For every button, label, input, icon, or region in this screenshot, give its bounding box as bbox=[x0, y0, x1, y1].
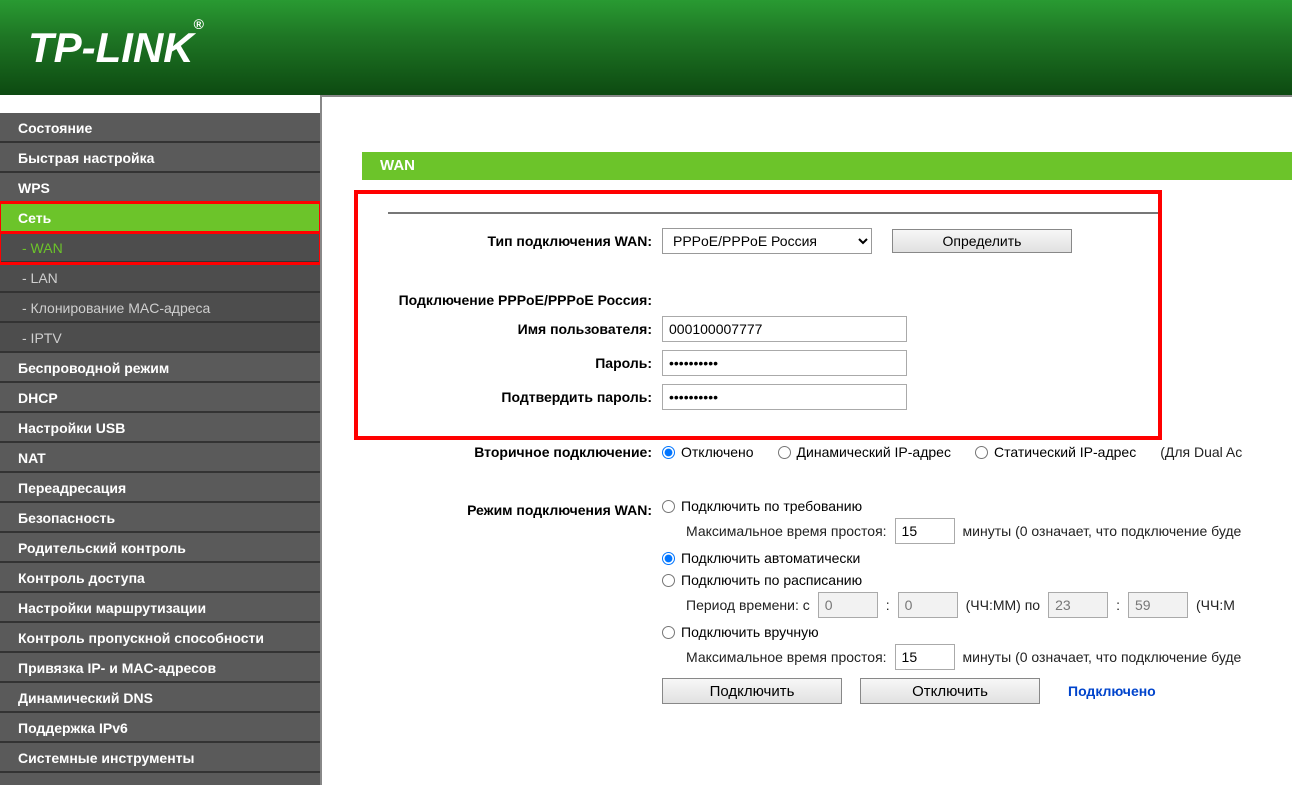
wan-type-select[interactable]: PPPoE/PPPoE Россия bbox=[662, 228, 872, 254]
page-title: WAN bbox=[362, 152, 1292, 180]
period-from-m[interactable] bbox=[898, 592, 958, 618]
secondary-label: Вторичное подключение: bbox=[362, 444, 662, 460]
username-label: Имя пользователя: bbox=[362, 321, 662, 337]
sidebar-item-4[interactable]: Беспроводной режим bbox=[0, 353, 320, 383]
content: WAN Тип подключения WAN: PPPoE/PPPoE Рос… bbox=[320, 95, 1292, 785]
password-label: Пароль: bbox=[362, 355, 662, 371]
period-to-h[interactable] bbox=[1048, 592, 1108, 618]
period-label: Период времени: с bbox=[686, 597, 810, 613]
sidebar-item-15[interactable]: Динамический DNS bbox=[0, 683, 320, 713]
connection-status: Подключено bbox=[1068, 683, 1156, 699]
header: TP-LINK® bbox=[0, 0, 1292, 95]
secondary-static-radio[interactable]: Статический IP-адрес bbox=[975, 444, 1136, 460]
sidebar-item-0[interactable]: Состояние bbox=[0, 113, 320, 143]
manual-idle-unit: минуты (0 означает, что подключение буде bbox=[963, 649, 1242, 665]
sidebar-item-14[interactable]: Привязка IP- и MAC-адресов bbox=[0, 653, 320, 683]
confirm-label: Подтвердить пароль: bbox=[362, 389, 662, 405]
sidebar-item-5[interactable]: DHCP bbox=[0, 383, 320, 413]
idle-time-input[interactable] bbox=[895, 518, 955, 544]
sidebar-item-1[interactable]: Быстрая настройка bbox=[0, 143, 320, 173]
mode-schedule-radio[interactable]: Подключить по расписанию bbox=[662, 572, 1292, 588]
pppoe-section-label: Подключение PPPoE/PPPoE Россия: bbox=[362, 292, 662, 308]
sidebar-item-2[interactable]: WPS bbox=[0, 173, 320, 203]
detect-button[interactable]: Определить bbox=[892, 229, 1072, 253]
sidebar-item-17[interactable]: Системные инструменты bbox=[0, 743, 320, 773]
sidebar-sub-3-2[interactable]: - Клонирование MAC-адреса bbox=[0, 293, 320, 323]
sidebar-item-12[interactable]: Настройки маршрутизации bbox=[0, 593, 320, 623]
sidebar-item-11[interactable]: Контроль доступа bbox=[0, 563, 320, 593]
sidebar-item-3[interactable]: Сеть bbox=[0, 203, 320, 233]
idle-unit: минуты (0 означает, что подключение буде bbox=[963, 523, 1242, 539]
mode-label: Режим подключения WAN: bbox=[362, 498, 662, 518]
sidebar-item-6[interactable]: Настройки USB bbox=[0, 413, 320, 443]
manual-idle-input[interactable] bbox=[895, 644, 955, 670]
sidebar: СостояниеБыстрая настройкаWPSСеть- WAN- … bbox=[0, 95, 320, 785]
period-from-h[interactable] bbox=[818, 592, 878, 618]
secondary-note: (Для Dual Ac bbox=[1160, 444, 1242, 460]
confirm-password-input[interactable] bbox=[662, 384, 907, 410]
sidebar-item-10[interactable]: Родительский контроль bbox=[0, 533, 320, 563]
idle-label: Максимальное время простоя: bbox=[686, 523, 887, 539]
mode-on-demand-radio[interactable]: Подключить по требованию bbox=[662, 498, 1292, 514]
secondary-dynamic-radio[interactable]: Динамический IP-адрес bbox=[778, 444, 951, 460]
mode-auto-radio[interactable]: Подключить автоматически bbox=[662, 550, 1292, 566]
sidebar-sub-3-1[interactable]: - LAN bbox=[0, 263, 320, 293]
password-input[interactable] bbox=[662, 350, 907, 376]
sidebar-item-13[interactable]: Контроль пропускной способности bbox=[0, 623, 320, 653]
sidebar-item-8[interactable]: Переадресация bbox=[0, 473, 320, 503]
sidebar-sub-3-0[interactable]: - WAN bbox=[0, 233, 320, 263]
wan-type-label: Тип подключения WAN: bbox=[362, 233, 662, 249]
sidebar-item-16[interactable]: Поддержка IPv6 bbox=[0, 713, 320, 743]
sidebar-item-9[interactable]: Безопасность bbox=[0, 503, 320, 533]
disconnect-button[interactable]: Отключить bbox=[860, 678, 1040, 704]
manual-idle-label: Максимальное время простоя: bbox=[686, 649, 887, 665]
sidebar-item-7[interactable]: NAT bbox=[0, 443, 320, 473]
connect-button[interactable]: Подключить bbox=[662, 678, 842, 704]
brand-logo: TP-LINK® bbox=[28, 24, 204, 72]
secondary-disabled-radio[interactable]: Отключено bbox=[662, 444, 754, 460]
username-input[interactable] bbox=[662, 316, 907, 342]
sidebar-sub-3-3[interactable]: - IPTV bbox=[0, 323, 320, 353]
period-to-m[interactable] bbox=[1128, 592, 1188, 618]
mode-manual-radio[interactable]: Подключить вручную bbox=[662, 624, 1292, 640]
